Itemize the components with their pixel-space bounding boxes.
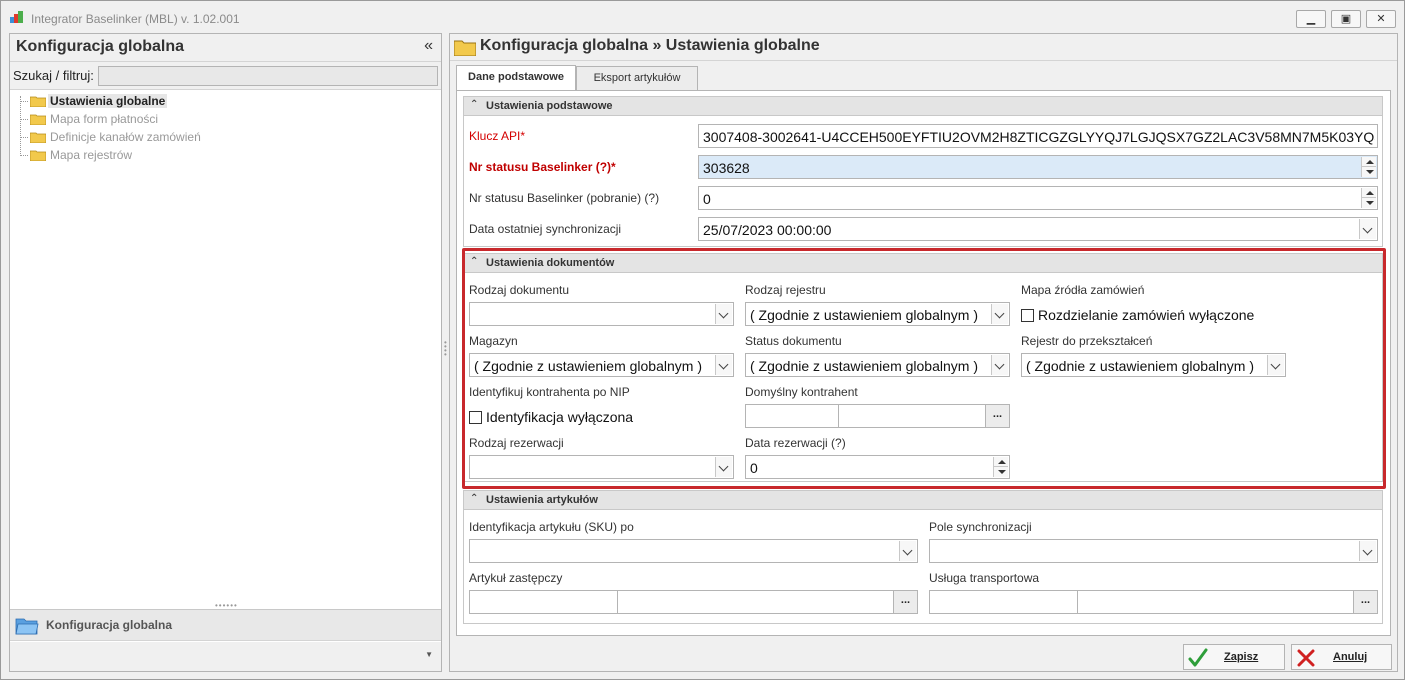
app-window: Integrator Baselinker (MBL) v. 1.02.001 …: [0, 0, 1405, 680]
open-folder-icon: [15, 618, 39, 635]
minimize-icon: ▁: [1306, 13, 1316, 25]
nav-group-button[interactable]: Konfiguracja globalna: [10, 609, 441, 641]
vertical-splitter[interactable]: • • • •: [444, 339, 447, 359]
folder-icon: [30, 132, 46, 143]
collapse-panel-icon[interactable]: «: [424, 37, 433, 55]
window-title: Integrator Baselinker (MBL) v. 1.02.001: [31, 12, 240, 26]
status-spinner[interactable]: [1361, 157, 1376, 177]
replacement-article-picker[interactable]: ...: [469, 590, 918, 614]
tree-item-order-channels[interactable]: Definicje kanałów zamówień: [20, 128, 320, 146]
transport-service-picker[interactable]: ...: [929, 590, 1378, 614]
navigation-panel: Konfiguracja globalna « Szukaj / filtruj…: [9, 33, 442, 672]
tab-label: Eksport artykułów: [593, 72, 681, 84]
replacement-article-label: Artykuł zastępczy: [469, 571, 563, 585]
status-download-label: Nr statusu Baselinker (pobranie) (?): [469, 191, 660, 205]
navigation-header: Konfiguracja globalna «: [10, 34, 441, 62]
tree-item-label: Mapa rejestrów: [50, 148, 133, 162]
tree-item-global-settings[interactable]: Ustawienia globalne: [20, 92, 320, 110]
tab-label: Dane podstawowe: [468, 71, 564, 83]
maximize-icon: ▣: [1340, 13, 1352, 25]
folder-icon: [454, 40, 476, 56]
save-label: Zapisz: [1224, 651, 1259, 663]
minimize-button[interactable]: ▁: [1296, 10, 1326, 28]
api-key-value: 3007408-3002641-U4CCEH500EYFTIU2OVM2H8ZT…: [703, 129, 1375, 145]
folder-icon: [30, 114, 46, 125]
sku-select[interactable]: [469, 539, 918, 563]
last-sync-label: Data ostatniej synchronizacji: [469, 222, 622, 236]
status-download-field[interactable]: 0: [698, 186, 1378, 210]
api-key-label: Klucz API*: [469, 129, 526, 143]
spin-down-icon: [1366, 170, 1374, 174]
highlight-box: [462, 248, 1386, 489]
group-header[interactable]: ⌃ Ustawienia podstawowe: [464, 97, 1382, 116]
checkmark-icon: [1188, 648, 1208, 667]
tree-item-label: Ustawienia globalne: [48, 94, 168, 108]
search-label: Szukaj / filtruj:: [13, 68, 94, 83]
maximize-button[interactable]: ▣: [1331, 10, 1361, 28]
nav-group-label: Konfiguracja globalna: [46, 618, 173, 632]
chevron-down-icon[interactable]: [1359, 219, 1376, 239]
sku-label: Identyfikacja artykułu (SKU) po: [469, 520, 634, 534]
tree-connector: [20, 155, 28, 156]
navigation-title: Konfiguracja globalna: [16, 38, 185, 55]
tab-basic-data[interactable]: Dane podstawowe: [456, 65, 576, 91]
folder-icon: [30, 150, 46, 161]
spin-down-icon: [1366, 201, 1374, 205]
collapse-icon: ⌃: [470, 99, 479, 110]
api-key-field[interactable]: 3007408-3002641-U4CCEH500EYFTIU2OVM2H8ZT…: [698, 124, 1378, 148]
page-title: Konfiguracja globalna » Ustawienia globa…: [480, 37, 820, 54]
tree-connector: [20, 101, 28, 102]
close-icon: ✕: [1376, 13, 1386, 25]
browse-button[interactable]: ...: [893, 591, 917, 613]
folder-icon: [30, 96, 46, 107]
cancel-x-icon: [1297, 649, 1315, 667]
group-title: Ustawienia podstawowe: [486, 100, 613, 112]
sync-field-label: Pole synchronizacji: [929, 520, 1032, 534]
status-label: Nr statusu Baselinker (?)*: [469, 160, 616, 174]
tree-item-label: Mapa form płatności: [50, 112, 159, 126]
status-download-value: 0: [703, 191, 711, 207]
chevron-down-icon[interactable]: ▼: [425, 650, 433, 659]
group-title: Ustawienia artykułów: [486, 494, 598, 506]
save-button[interactable]: Zapisz: [1183, 644, 1285, 670]
collapse-icon: ⌃: [470, 493, 479, 504]
nav-footer: ▼: [10, 642, 441, 671]
last-sync-date-picker[interactable]: 25/07/2023 00:00:00: [698, 217, 1378, 241]
tree-item-payment-map[interactable]: Mapa form płatności: [20, 110, 320, 128]
search-input[interactable]: [98, 66, 438, 86]
group-header[interactable]: ⌃ Ustawienia artykułów: [464, 491, 1382, 510]
cancel-button[interactable]: Anuluj: [1291, 644, 1392, 670]
status-field[interactable]: 303628: [698, 155, 1378, 179]
last-sync-value: 25/07/2023 00:00:00: [703, 222, 832, 238]
browse-button[interactable]: ...: [1353, 591, 1377, 613]
tree-connector: [20, 119, 28, 120]
status-value: 303628: [703, 160, 750, 176]
spin-up-icon: [1366, 160, 1374, 164]
search-row: Szukaj / filtruj:: [10, 62, 441, 90]
cancel-label: Anuluj: [1333, 651, 1368, 663]
sync-field-select[interactable]: [929, 539, 1378, 563]
status-download-spinner[interactable]: [1361, 188, 1376, 208]
tree-connector: [20, 137, 28, 138]
spin-up-icon: [1366, 191, 1374, 195]
tree-item-register-map[interactable]: Mapa rejestrów: [20, 146, 320, 164]
group-article-settings: ⌃ Ustawienia artykułów Identyfikacja art…: [463, 490, 1383, 624]
chevron-down-icon[interactable]: [1359, 541, 1376, 561]
app-logo-icon: [10, 11, 23, 23]
group-basic-settings: ⌃ Ustawienia podstawowe Klucz API* 30074…: [463, 96, 1383, 247]
transport-service-label: Usługa transportowa: [929, 571, 1040, 585]
chevron-down-icon[interactable]: [899, 541, 916, 561]
content-header: Konfiguracja globalna » Ustawienia globa…: [450, 34, 1397, 61]
title-bar: Integrator Baselinker (MBL) v. 1.02.001 …: [1, 1, 1404, 31]
tab-article-export[interactable]: Eksport artykułów: [576, 66, 698, 90]
close-button[interactable]: ✕: [1366, 10, 1396, 28]
tree-item-label: Definicje kanałów zamówień: [50, 130, 201, 144]
